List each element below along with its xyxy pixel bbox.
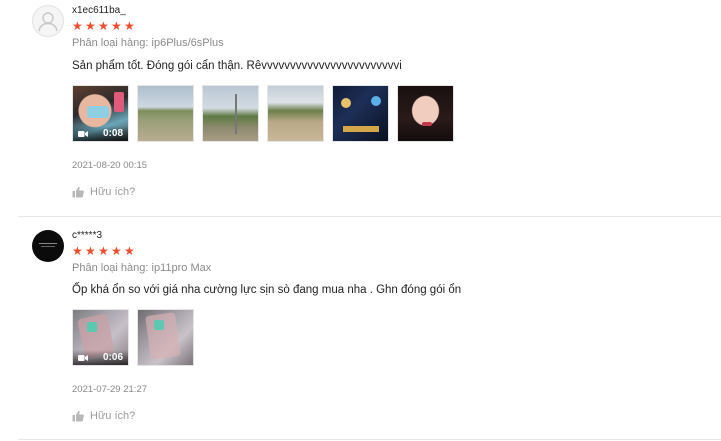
avatar[interactable] [32, 230, 64, 262]
video-camera-icon [78, 354, 88, 361]
username[interactable]: c*****3 [72, 230, 102, 241]
review-timestamp: 2021-07-29 21:27 [72, 384, 148, 395]
review-timestamp: 2021-08-20 00:15 [72, 160, 148, 171]
video-camera-icon [78, 130, 88, 137]
review-image-thumb[interactable] [137, 85, 194, 142]
star-icon: ★ [72, 19, 83, 33]
review-item: c*****3 ★ ★ ★ ★ ★ Phân loại hàng: ip11pr… [0, 217, 721, 441]
username[interactable]: x1ec611ba_ [72, 5, 126, 16]
helpful-label: Hữu ích? [90, 410, 136, 422]
review-video-thumb[interactable]: 0:08 [72, 85, 129, 142]
user-silhouette-icon [38, 12, 58, 32]
video-duration: 0:06 [102, 352, 123, 363]
rating-stars: ★ ★ ★ ★ ★ [72, 19, 135, 33]
review-divider [18, 439, 721, 440]
product-variation: Phân loại hàng: ip6Plus/6sPlus [72, 37, 224, 49]
review-image-thumb[interactable] [332, 85, 389, 142]
thumbs-up-icon [72, 410, 84, 422]
media-row: 0:06 [72, 309, 194, 366]
star-icon: ★ [98, 19, 109, 33]
star-icon: ★ [85, 19, 96, 33]
star-icon: ★ [111, 244, 122, 258]
review-item: x1ec611ba_ ★ ★ ★ ★ ★ Phân loại hàng: ip6… [0, 0, 721, 216]
video-duration: 0:08 [102, 128, 123, 139]
review-image-thumb[interactable] [397, 85, 454, 142]
helpful-button[interactable]: Hữu ích? [72, 410, 135, 422]
media-row: 0:08 [72, 85, 454, 142]
review-comment: Sản phẩm tốt. Đóng gói cẩn thận. Rêvvvvv… [72, 60, 402, 72]
rating-stars: ★ ★ ★ ★ ★ [72, 244, 135, 258]
helpful-button[interactable]: Hữu ích? [72, 186, 135, 198]
review-image-thumb[interactable] [267, 85, 324, 142]
review-comment: Ốp khá ổn so với giá nha cường lực sịn s… [72, 284, 462, 296]
helpful-label: Hữu ích? [90, 186, 136, 198]
review-video-thumb[interactable]: 0:06 [72, 309, 129, 366]
star-icon: ★ [98, 244, 109, 258]
avatar[interactable] [32, 5, 64, 37]
thumbs-up-icon [72, 186, 84, 198]
review-image-thumb[interactable] [137, 309, 194, 366]
star-icon: ★ [85, 244, 96, 258]
review-image-thumb[interactable] [202, 85, 259, 142]
star-icon: ★ [124, 244, 135, 258]
star-icon: ★ [124, 19, 135, 33]
product-variation: Phân loại hàng: ip11pro Max [72, 262, 212, 274]
star-icon: ★ [111, 19, 122, 33]
star-icon: ★ [72, 244, 83, 258]
